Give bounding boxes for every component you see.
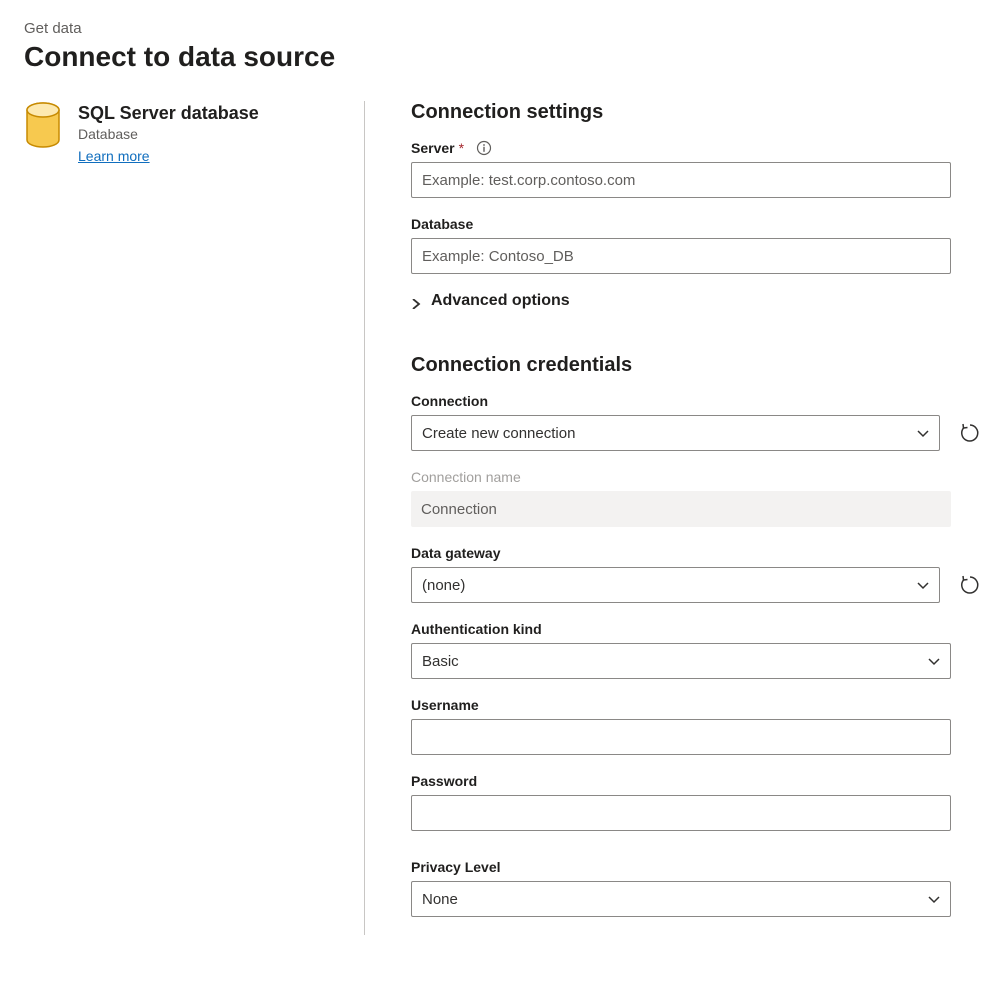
data-gateway-select-value: (none) bbox=[422, 577, 917, 594]
connector-title: SQL Server database bbox=[78, 103, 259, 124]
refresh-icon[interactable] bbox=[960, 423, 980, 443]
connection-name-input bbox=[411, 491, 951, 527]
privacy-level-select-value: None bbox=[422, 891, 928, 908]
database-icon bbox=[24, 101, 62, 149]
server-label: Server bbox=[411, 140, 455, 156]
username-input[interactable] bbox=[411, 719, 951, 755]
password-label: Password bbox=[411, 773, 477, 789]
data-gateway-select[interactable]: (none) bbox=[411, 567, 940, 603]
chevron-down-icon bbox=[917, 579, 929, 591]
chevron-right-icon bbox=[411, 296, 421, 306]
server-input[interactable] bbox=[411, 162, 951, 198]
page-title: Connect to data source bbox=[24, 41, 980, 73]
chevron-down-icon bbox=[928, 655, 940, 667]
breadcrumb: Get data bbox=[24, 20, 980, 37]
privacy-level-select[interactable]: None bbox=[411, 881, 951, 917]
auth-kind-select[interactable]: Basic bbox=[411, 643, 951, 679]
advanced-options-toggle[interactable]: Advanced options bbox=[411, 292, 980, 310]
connection-label: Connection bbox=[411, 393, 488, 409]
database-label: Database bbox=[411, 216, 473, 232]
refresh-icon[interactable] bbox=[960, 575, 980, 595]
privacy-level-label: Privacy Level bbox=[411, 859, 501, 875]
password-input[interactable] bbox=[411, 795, 951, 831]
chevron-down-icon bbox=[917, 427, 929, 439]
connector-sidebar: SQL Server database Database Learn more bbox=[24, 101, 364, 166]
username-label: Username bbox=[411, 697, 479, 713]
chevron-down-icon bbox=[928, 893, 940, 905]
connection-settings-heading: Connection settings bbox=[411, 101, 980, 124]
connection-credentials-heading: Connection credentials bbox=[411, 354, 980, 377]
connection-select[interactable]: Create new connection bbox=[411, 415, 940, 451]
required-mark: * bbox=[459, 140, 464, 156]
learn-more-link[interactable]: Learn more bbox=[78, 148, 150, 164]
advanced-options-label: Advanced options bbox=[431, 292, 570, 310]
auth-kind-select-value: Basic bbox=[422, 653, 928, 670]
info-icon[interactable] bbox=[476, 140, 492, 156]
connector-subtitle: Database bbox=[78, 126, 259, 142]
database-input[interactable] bbox=[411, 238, 951, 274]
data-gateway-label: Data gateway bbox=[411, 545, 500, 561]
connection-select-value: Create new connection bbox=[422, 425, 917, 442]
connection-name-label: Connection name bbox=[411, 469, 521, 485]
auth-kind-label: Authentication kind bbox=[411, 621, 542, 637]
